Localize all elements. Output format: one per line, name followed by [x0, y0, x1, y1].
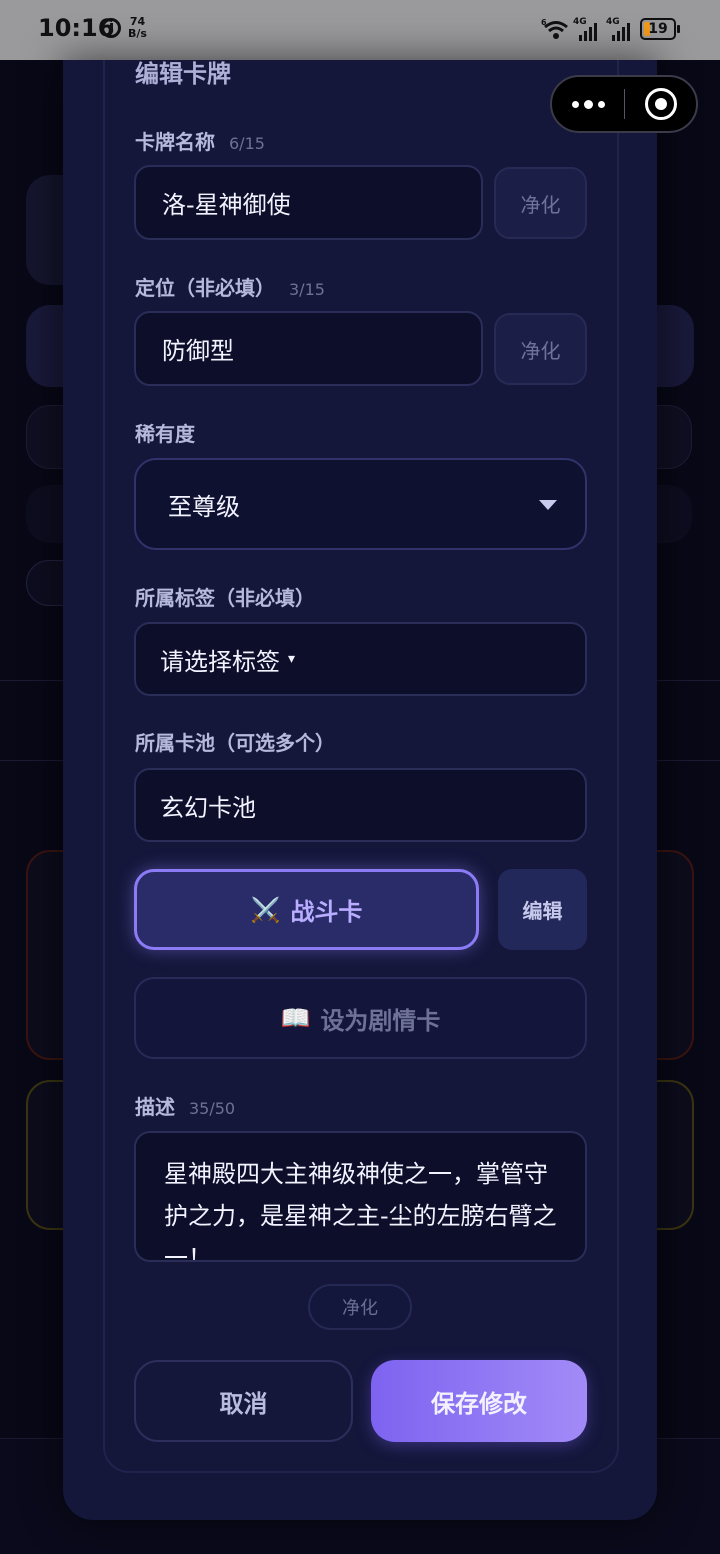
tag-select[interactable]: 请选择标签 ▾ [134, 622, 587, 696]
cancel-button[interactable]: 取消 [134, 1360, 353, 1442]
save-button[interactable]: 保存修改 [371, 1360, 587, 1442]
pool-input[interactable]: 玄幻卡池 [134, 768, 587, 842]
battle-card-button[interactable]: ⚔️ 战斗卡 [134, 869, 479, 950]
caret-down-icon: ▾ [288, 651, 296, 667]
crossed-swords-icon: ⚔️ [250, 895, 281, 924]
capsule-divider [624, 89, 625, 119]
card-name-count: 6/15 [229, 134, 265, 153]
description-label: 描述 35/50 [135, 1091, 235, 1120]
target-circle-icon[interactable] [645, 88, 677, 120]
description-count: 35/50 [189, 1099, 236, 1118]
signal-sim1-icon: 4G [573, 17, 599, 41]
position-label-text: 定位（非必填） [135, 276, 275, 300]
position-count: 3/15 [289, 280, 325, 299]
rarity-value: 至尊级 [168, 492, 240, 521]
story-card-button[interactable]: 📖 设为剧情卡 [134, 977, 587, 1059]
miniprogram-capsule [550, 75, 698, 133]
rarity-select[interactable]: 至尊级 [134, 458, 587, 550]
position-label: 定位（非必填） 3/15 [135, 272, 325, 301]
open-book-icon: 📖 [280, 1004, 311, 1032]
description-label-text: 描述 [135, 1095, 175, 1119]
battery-icon: 19 [640, 18, 680, 40]
wifi-icon: 6 [541, 18, 568, 39]
status-bar: 10:16 74 B/s 6 4G 4G 19 [0, 0, 720, 60]
description-purify-button[interactable]: 净化 [308, 1284, 412, 1330]
position-purify-button[interactable]: 净化 [494, 313, 587, 385]
description-textarea[interactable]: 星神殿四大主神级神使之一，掌管守护之力，是星神之主-尘的左膀右臂之一！ [134, 1131, 587, 1262]
network-speed: 74 B/s [128, 16, 147, 40]
wifi-badge: 6 [541, 18, 547, 27]
card-name-purify-button[interactable]: 净化 [494, 167, 587, 239]
network-speed-unit: B/s [128, 27, 147, 40]
dropdown-arrow-icon [539, 500, 557, 510]
battery-level: 19 [648, 21, 668, 37]
edit-battle-button[interactable]: 编辑 [498, 869, 587, 950]
modal-title: 编辑卡牌 [135, 60, 231, 88]
alarm-icon [101, 18, 121, 38]
rarity-label: 稀有度 [135, 422, 195, 446]
pool-label: 所属卡池（可选多个） [135, 731, 335, 755]
tag-label: 所属标签（非必填） [135, 586, 315, 610]
tag-select-placeholder: 请选择标签 [160, 647, 280, 676]
position-input[interactable]: 防御型 [134, 311, 483, 386]
card-name-label: 卡牌名称 6/15 [135, 126, 265, 155]
card-name-input[interactable]: 洛-星神御使 [134, 165, 483, 240]
story-card-label: 设为剧情卡 [320, 1006, 441, 1035]
more-dots-icon[interactable] [572, 77, 605, 131]
signal-sim2-icon: 4G [606, 17, 632, 41]
battle-card-label: 战斗卡 [290, 898, 363, 926]
card-name-label-text: 卡牌名称 [135, 130, 215, 154]
